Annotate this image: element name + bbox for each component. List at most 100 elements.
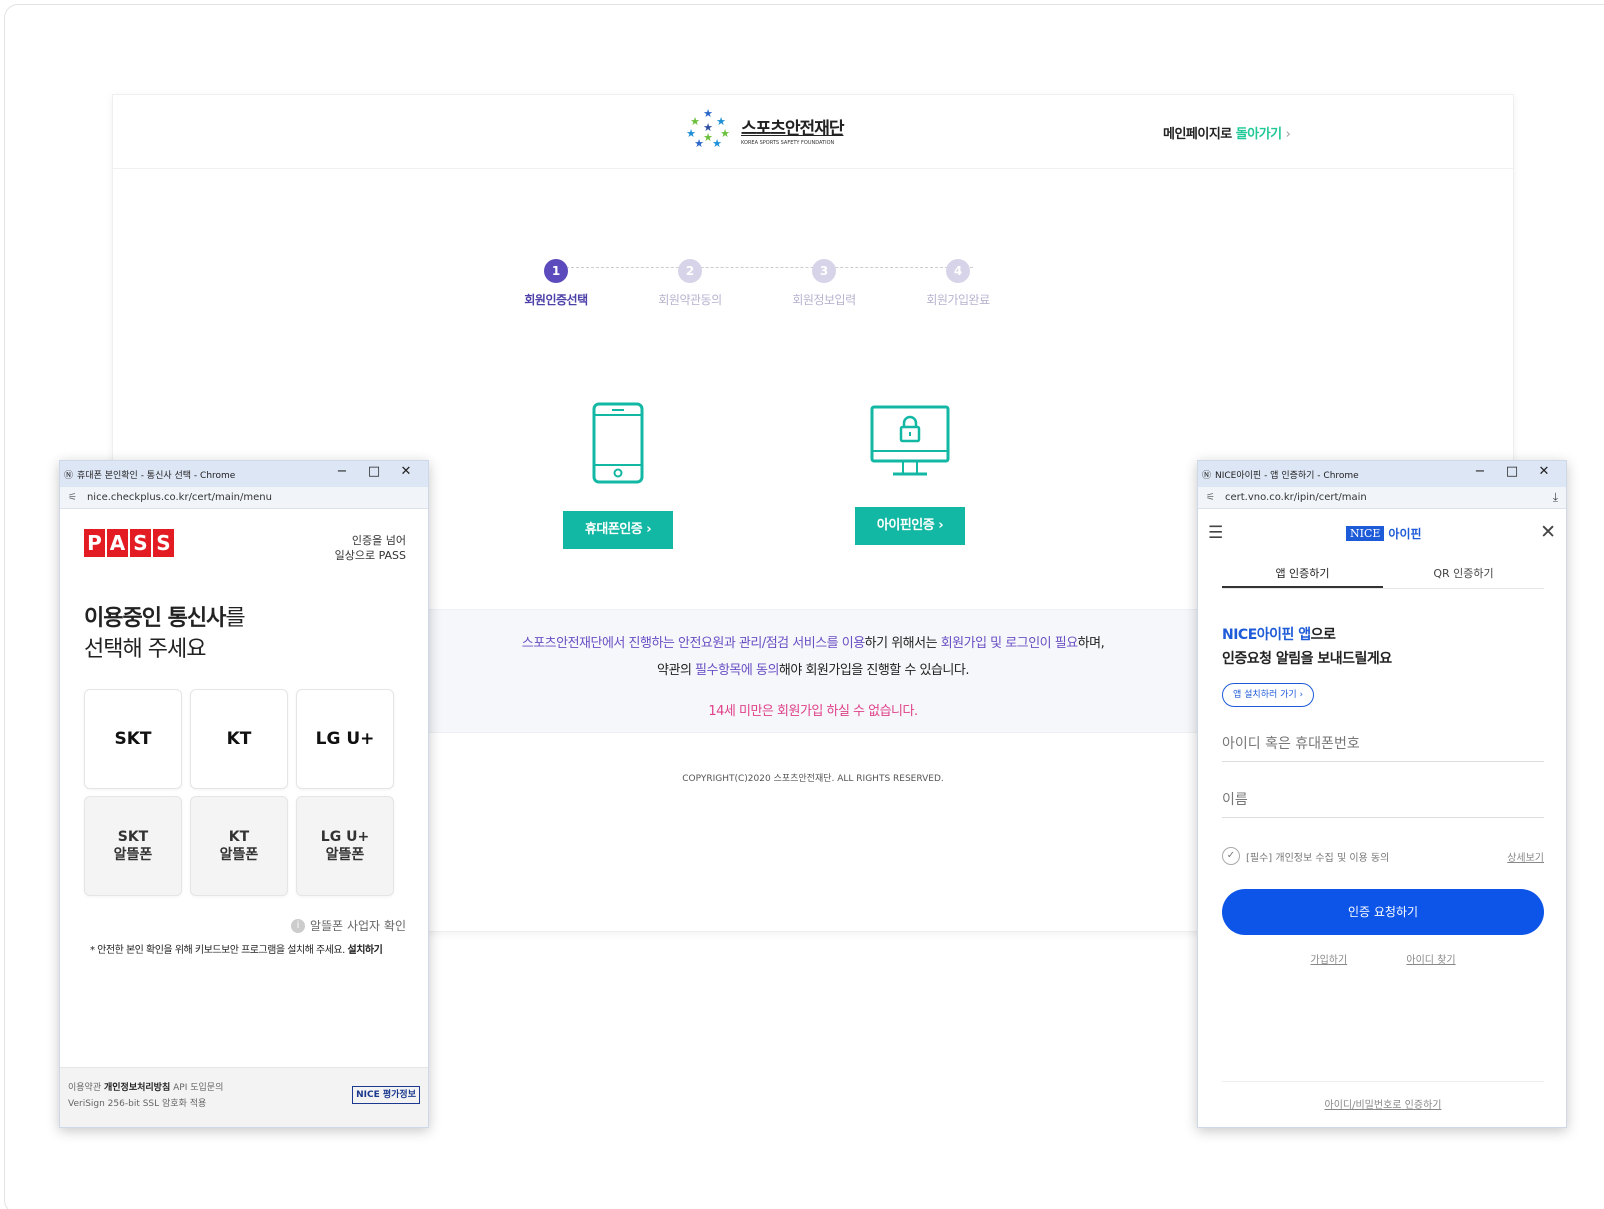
pass-tagline: 인증을 넘어 일상으로 PASS (335, 533, 406, 563)
pass-logo: P A S S (84, 529, 176, 557)
nice-logo-name: 아이핀 (1388, 527, 1422, 541)
url-text: nice.checkplus.co.kr/cert/main/menu (86, 492, 272, 503)
step-label: 회원정보입력 (792, 293, 856, 307)
terms-link[interactable]: 이용약관 (68, 1083, 101, 1093)
password-auth-link[interactable]: 아이디/비밀번호로 인증하기 (1222, 1081, 1544, 1111)
monitor-lock-icon (870, 405, 950, 476)
phone-auth-button[interactable]: 휴대폰인증 › (563, 511, 673, 549)
heading-bold: 이용중인 통신사 (84, 606, 226, 631)
close-icon[interactable]: ✕ (390, 464, 422, 479)
logo-subtitle: KOREA SPORTS SAFETY FOUNDATION (741, 140, 835, 146)
ipin-auth-button[interactable]: 아이핀인증 › (855, 507, 965, 545)
info-icon: i (291, 918, 306, 933)
url-text: cert.vno.co.kr/ipin/cert/main (1224, 492, 1367, 503)
chevron-right-icon: › (1285, 127, 1291, 142)
carrier-lgu-mvno-button[interactable]: LG U+ 알뜰폰 (296, 796, 394, 896)
tab-app-auth[interactable]: 앱 인증하기 (1222, 559, 1383, 588)
site-logo[interactable]: ★ ★ ★ ★ ★ ★ ★ ★ ★ 스포츠안전재단 KOREA SPORTS S… (683, 107, 844, 153)
heading-line-2: 선택해 주세요 (84, 637, 206, 662)
api-inquiry-link[interactable]: API 도입문의 (173, 1083, 223, 1093)
notice-service: 스포츠안전재단에서 진행하는 안전요원과 관리/점검 서비스를 이용 (521, 636, 865, 651)
minimize-icon[interactable]: − (326, 464, 358, 479)
ipin-message: NICE아이핀 앱으로 인증요청 알림을 보내드릴게요 (1222, 623, 1392, 671)
privacy-link[interactable]: 개인정보처리방침 (104, 1083, 170, 1093)
checkmark-icon[interactable]: ✓ (1222, 847, 1240, 865)
back-to-main-link[interactable]: 메인페이지로 돌아가기 › (1163, 123, 1291, 142)
nice-logo-box: NICE (1346, 526, 1385, 541)
tab-qr-auth[interactable]: QR 인증하기 (1383, 559, 1544, 588)
address-bar[interactable]: ⚟ nice.checkplus.co.kr/cert/main/menu (60, 487, 428, 509)
step-label: 회원약관동의 (658, 293, 722, 307)
svg-text:★: ★ (703, 131, 713, 144)
install-app-button[interactable]: 앱 설치하러 가기 › (1222, 683, 1315, 707)
carrier-skt-button[interactable]: SKT (84, 689, 182, 789)
consent-label[interactable]: [필수] 개인정보 수집 및 이용 동의 (1246, 849, 1389, 864)
ipin-auth-option: 아이핀인증 › (855, 401, 965, 545)
menu-icon[interactable]: ☰ (1208, 523, 1223, 543)
step-label: 회원인증선택 (524, 293, 588, 307)
site-header: ★ ★ ★ ★ ★ ★ ★ ★ ★ 스포츠안전재단 KOREA SPORTS S… (113, 95, 1513, 169)
step-1: 1 회원인증선택 (501, 259, 611, 308)
signup-link[interactable]: 가입하기 (1310, 955, 1347, 966)
mvno-check-label: 알뜰폰 사업자 확인 (310, 919, 406, 933)
find-id-link[interactable]: 아이디 찾기 (1406, 955, 1455, 966)
download-icon[interactable]: ⤓ (1553, 490, 1558, 505)
id-input[interactable]: 아이디 혹은 휴대폰번호 (1222, 733, 1544, 762)
site-settings-icon[interactable]: ⚟ (68, 492, 77, 503)
carrier-kt-button[interactable]: KT (190, 689, 288, 789)
pass-logo-letter: S (130, 529, 151, 557)
maximize-icon[interactable]: □ (358, 464, 390, 479)
window-titlebar[interactable]: Ⓝ NICE아이핀 - 앱 인증하기 - Chrome − □ ✕ (1198, 461, 1566, 487)
kb-install-link[interactable]: 설치하기 (348, 945, 383, 956)
notice-text: 하기 위해서는 (864, 636, 941, 651)
close-icon[interactable]: ✕ (1528, 464, 1560, 479)
msg-app-name: NICE아이핀 앱 (1222, 627, 1311, 643)
step-3: 3 회원정보입력 (769, 259, 879, 308)
svg-text:★: ★ (703, 107, 713, 120)
window-titlebar[interactable]: Ⓝ 휴대폰 본인확인 - 통신사 선택 - Chrome − □ ✕ (60, 461, 428, 487)
maximize-icon[interactable]: □ (1496, 464, 1528, 479)
svg-text:★: ★ (712, 137, 722, 150)
notice-required-terms: 필수항목에 동의 (695, 663, 779, 678)
logo-title: 스포츠안전재단 (741, 119, 844, 139)
tagline-line: 인증을 넘어 (351, 534, 406, 547)
notice-login-required: 회원가입 및 로그인이 필요 (940, 636, 1078, 651)
chrome-icon: Ⓝ (1202, 470, 1212, 481)
msg-rest: 으로 (1310, 627, 1336, 643)
pass-logo-letter: A (107, 529, 128, 557)
signup-steps: 1 회원인증선택 2 회원약관동의 3 회원정보입력 4 회원가입완료 (513, 259, 1113, 319)
keyboard-security-note: * 안전한 본인 확인을 위해 키보드보안 프로그램을 설치해 주세요. 설치하… (90, 941, 383, 956)
chrome-icon: Ⓝ (64, 470, 74, 481)
pass-popup-window: Ⓝ 휴대폰 본인확인 - 통신사 선택 - Chrome − □ ✕ ⚟ nic… (59, 460, 429, 1128)
mvno-check-link[interactable]: i 알뜰폰 사업자 확인 (291, 917, 406, 934)
auth-method-tabs: 앱 인증하기 QR 인증하기 (1222, 559, 1544, 589)
notice-text: 해야 회원가입을 진행할 수 있습니다. (778, 663, 970, 678)
minimize-icon[interactable]: − (1464, 464, 1496, 479)
notice-text: 하며, (1077, 636, 1105, 651)
pass-logo-letter: S (153, 529, 174, 557)
ipin-popup-window: Ⓝ NICE아이핀 - 앱 인증하기 - Chrome − □ ✕ ⚟ cert… (1197, 460, 1567, 1128)
window-title: NICE아이핀 - 앱 인증하기 - Chrome (1215, 470, 1359, 481)
carrier-kt-mvno-button[interactable]: KT 알뜰폰 (190, 796, 288, 896)
back-link-highlight: 돌아가기 (1235, 127, 1282, 142)
consent-details-link[interactable]: 상세보기 (1507, 849, 1544, 864)
account-links: 가입하기 아이디 찾기 (1222, 951, 1544, 966)
carrier-lgu-button[interactable]: LG U+ (296, 689, 394, 789)
close-icon[interactable]: ✕ (1540, 521, 1556, 543)
tagline-line: 일상으로 PASS (334, 549, 406, 562)
request-auth-button[interactable]: 인증 요청하기 (1222, 889, 1544, 935)
back-link-prefix: 메인페이지로 (1163, 127, 1232, 142)
privacy-consent: ✓ [필수] 개인정보 수집 및 이용 동의 상세보기 (1222, 847, 1544, 865)
address-bar[interactable]: ⚟ cert.vno.co.kr/ipin/cert/main ⤓ (1198, 487, 1566, 509)
site-settings-icon[interactable]: ⚟ (1206, 492, 1215, 503)
phone-auth-option: 휴대폰인증 › (563, 401, 673, 549)
name-input[interactable]: 이름 (1222, 789, 1544, 818)
step-number: 1 (544, 259, 568, 283)
carrier-skt-mvno-button[interactable]: SKT 알뜰폰 (84, 796, 182, 896)
msg-line-2: 인증요청 알림을 보내드릴게요 (1222, 651, 1392, 667)
notice-text: 약관의 (657, 663, 696, 678)
step-number: 2 (678, 259, 702, 283)
step-number: 3 (812, 259, 836, 283)
smartphone-icon (592, 402, 644, 484)
carrier-heading: 이용중인 통신사를 선택해 주세요 (84, 603, 246, 665)
